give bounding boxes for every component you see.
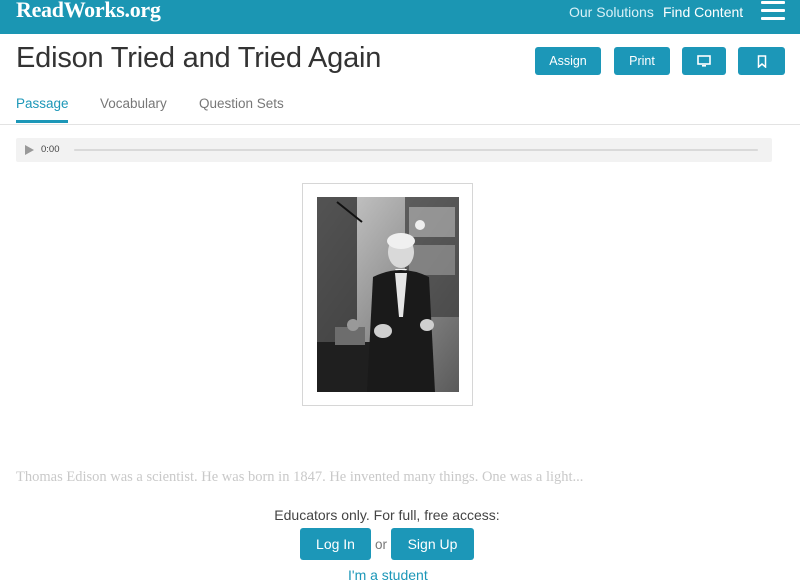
access-message: Educators only. For full, free access: xyxy=(274,507,500,523)
top-nav-bar: ReadWorks.org Our Solutions Find Content xyxy=(0,0,800,34)
print-button[interactable]: Print xyxy=(614,47,670,75)
or-separator: or xyxy=(375,537,388,552)
audio-progress-track[interactable] xyxy=(74,149,758,151)
bookmark-button[interactable] xyxy=(738,47,785,75)
nav-our-solutions[interactable]: Our Solutions xyxy=(569,4,654,20)
audio-time: 0:00 xyxy=(41,144,60,155)
nav-find-content[interactable]: Find Content xyxy=(663,4,743,20)
sign-up-button[interactable]: Sign Up xyxy=(391,528,474,560)
passage-photo xyxy=(317,197,459,392)
projector-button[interactable] xyxy=(682,47,726,75)
passage-preview-text: Thomas Edison was a scientist. He was bo… xyxy=(16,469,584,485)
page-title: Edison Tried and Tried Again xyxy=(16,42,382,74)
audio-player: 0:00 xyxy=(16,138,772,162)
assign-button[interactable]: Assign xyxy=(535,47,601,75)
hamburger-menu-icon[interactable] xyxy=(761,1,785,21)
tab-question-sets[interactable]: Question Sets xyxy=(199,96,284,111)
active-tab-indicator xyxy=(16,120,68,123)
passage-image-frame xyxy=(302,183,473,406)
readworks-logo[interactable]: ReadWorks.org xyxy=(16,0,161,23)
student-link[interactable]: I'm a student xyxy=(348,567,428,583)
tab-vocabulary[interactable]: Vocabulary xyxy=(100,96,167,111)
tab-divider xyxy=(0,124,800,125)
bookmark-icon xyxy=(757,54,766,68)
log-in-button[interactable]: Log In xyxy=(300,528,371,560)
tab-passage[interactable]: Passage xyxy=(16,96,69,111)
monitor-icon xyxy=(697,55,711,67)
play-icon[interactable] xyxy=(25,145,34,155)
